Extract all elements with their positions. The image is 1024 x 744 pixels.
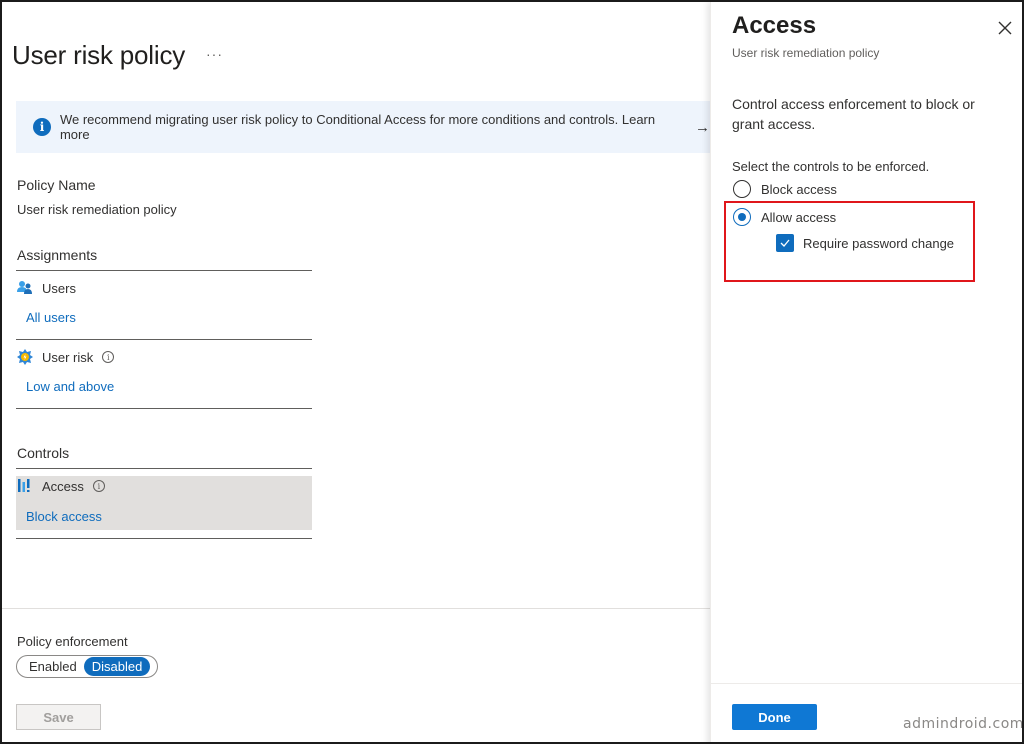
panel-description: Control access enforcement to block or g…	[732, 96, 975, 132]
info-tooltip-icon[interactable]: i	[102, 351, 115, 363]
user-risk-row-title[interactable]: User risk i	[17, 349, 115, 365]
divider	[16, 408, 312, 409]
panel-footer-divider	[711, 683, 1022, 684]
users-icon	[17, 280, 33, 296]
policy-main: User risk policy ··· i We recommend migr…	[2, 2, 710, 742]
done-button[interactable]: Done	[732, 704, 817, 730]
radio-label: Block access	[761, 181, 837, 197]
user-risk-label: User risk	[42, 349, 94, 365]
panel-subtitle: User risk remediation policy	[732, 46, 880, 60]
user-risk-icon	[17, 349, 33, 365]
save-button[interactable]: Save	[16, 704, 101, 730]
access-panel: Access User risk remediation policy Cont…	[710, 2, 1024, 742]
info-icon: i	[33, 118, 51, 136]
users-link[interactable]: All users	[26, 310, 76, 325]
footer-divider	[2, 608, 710, 609]
access-label: Access	[42, 478, 84, 494]
access-icon	[17, 478, 33, 494]
policy-name-value: User risk remediation policy	[17, 202, 177, 217]
users-label: Users	[42, 280, 76, 296]
toggle-option-enabled[interactable]: Enabled	[18, 657, 84, 676]
recommendation-banner: i We recommend migrating user risk polic…	[16, 101, 710, 153]
divider	[16, 538, 312, 539]
access-row-title[interactable]: Access i	[17, 478, 105, 494]
close-icon[interactable]	[995, 18, 1015, 38]
policy-enforcement-toggle[interactable]: Enabled Disabled	[16, 655, 158, 678]
arrow-right-icon[interactable]: →	[695, 119, 710, 136]
more-options-button[interactable]: ···	[206, 46, 223, 62]
radio-button-unchecked[interactable]	[733, 180, 751, 198]
users-row-title[interactable]: Users	[17, 280, 76, 296]
divider	[16, 468, 312, 469]
watermark: admindroid.com	[903, 716, 1024, 732]
panel-title: Access	[732, 12, 817, 39]
assignments-heading: Assignments	[17, 247, 98, 263]
app-frame: User risk policy ··· i We recommend migr…	[0, 0, 1024, 744]
divider	[16, 270, 312, 271]
select-controls-prompt: Select the controls to be enforced.	[732, 159, 930, 174]
info-tooltip-icon[interactable]: i	[92, 480, 105, 492]
controls-heading: Controls	[17, 445, 70, 461]
radio-block-access[interactable]: Block access	[733, 180, 837, 198]
divider	[16, 339, 312, 340]
banner-text[interactable]: We recommend migrating user risk policy …	[60, 112, 687, 142]
toggle-option-disabled[interactable]: Disabled	[83, 657, 151, 676]
policy-enforcement-label: Policy enforcement	[17, 634, 128, 649]
page-title: User risk policy	[12, 40, 186, 70]
highlight-annotation-box	[724, 201, 975, 282]
access-link[interactable]: Block access	[26, 509, 102, 524]
user-risk-link[interactable]: Low and above	[26, 379, 114, 394]
policy-name-label: Policy Name	[17, 177, 96, 193]
